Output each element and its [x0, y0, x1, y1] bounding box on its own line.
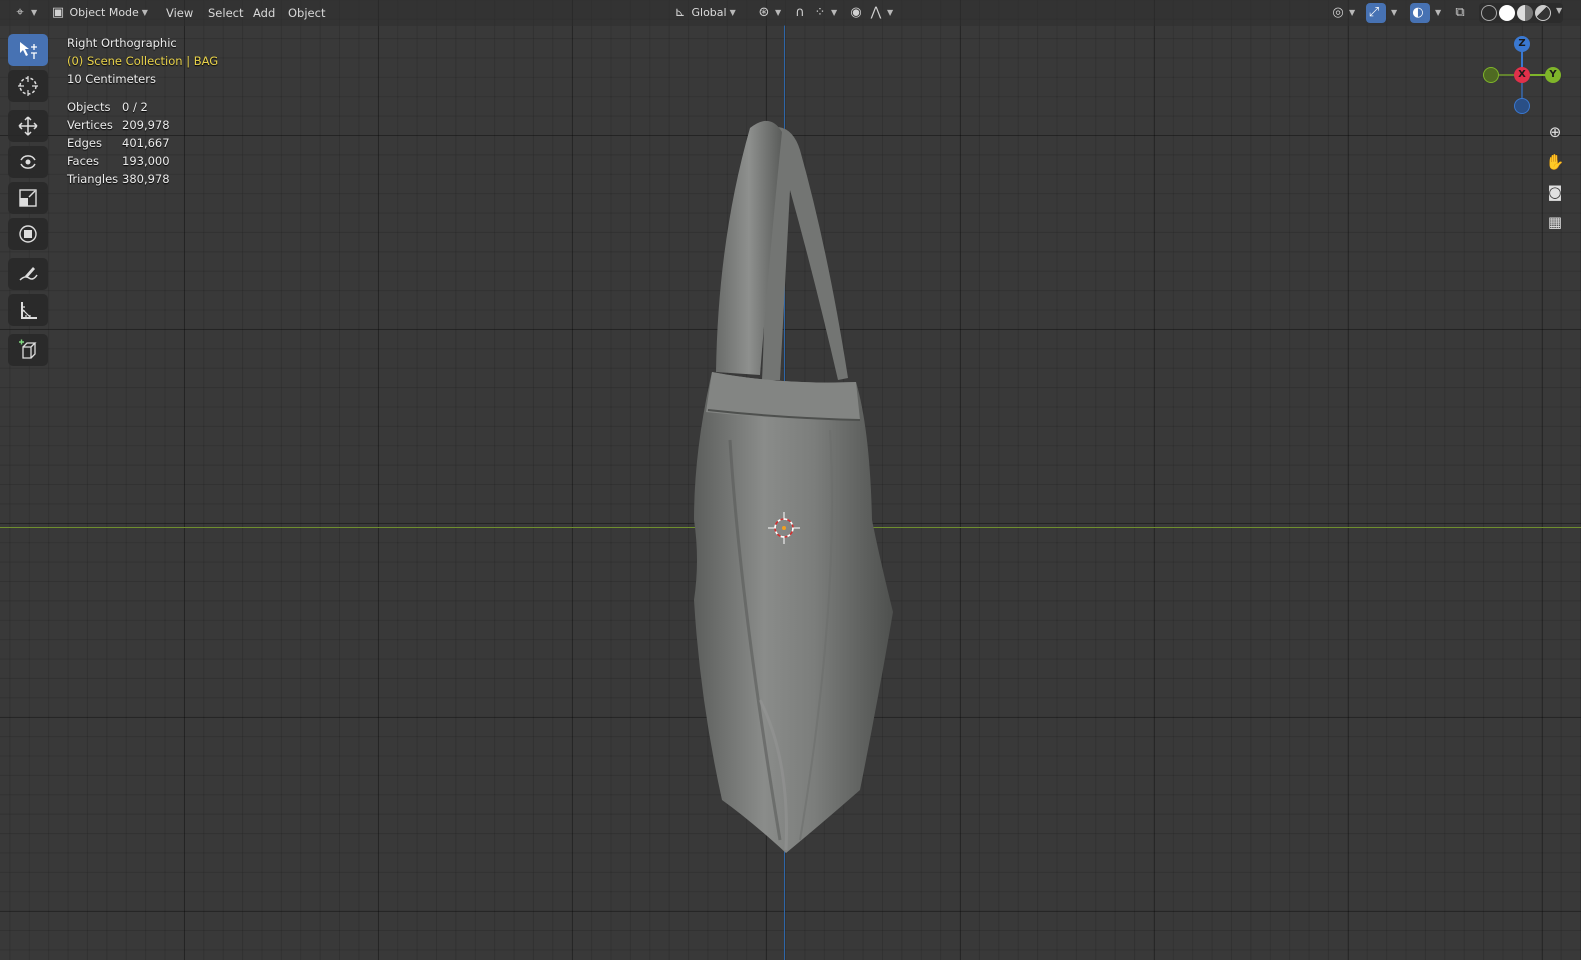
menu-object[interactable]: Object [288, 3, 325, 23]
snap-target-button[interactable]: ⁘ ▼ [812, 3, 838, 23]
cursor-icon [18, 76, 38, 96]
gizmo-neg-z-axis[interactable] [1514, 98, 1530, 114]
mode-selector[interactable]: ▣ Object Mode ▼ [50, 3, 148, 23]
stat-label: Vertices [67, 118, 113, 132]
snap-increment-icon: ⁘ [814, 5, 826, 20]
rendered-shading-icon[interactable] [1535, 5, 1551, 21]
pivot-point-button[interactable]: ⊛ ▼ [756, 3, 782, 23]
pivot-point-icon: ⊛ [758, 5, 770, 20]
measure-tool[interactable] [8, 294, 48, 326]
measure-icon [21, 302, 37, 319]
gizmo-axes [1491, 44, 1553, 106]
orientation-icon: ⊾ [674, 5, 686, 20]
stat-row: Edges 401,667 [67, 134, 170, 152]
add-cube-tool[interactable] [8, 334, 48, 366]
gizmos-icon: ⤢ [1368, 5, 1380, 20]
3d-cursor-icon[interactable] [768, 512, 800, 544]
pan-hand-icon[interactable]: ✋ [1541, 148, 1569, 176]
editor-type-button[interactable]: ⌖ ▼ [12, 3, 37, 23]
gizmo-x-axis[interactable]: X [1514, 67, 1530, 83]
transform-orientation-selector[interactable]: ⊾ Global ▼ [672, 3, 736, 23]
rotate-icon [20, 155, 36, 169]
stat-row: Vertices 209,978 [67, 116, 170, 134]
menu-view[interactable]: View [166, 3, 193, 23]
wireframe-shading-icon[interactable] [1481, 5, 1497, 21]
stat-value: 193,000 [122, 154, 170, 168]
stat-value: 209,978 [122, 118, 170, 132]
xray-icon: ⧉ [1455, 5, 1465, 20]
bag-mesh[interactable] [0, 0, 1581, 960]
move-tool[interactable] [8, 110, 48, 142]
menu-add[interactable]: Add [253, 3, 275, 23]
zoom-icon[interactable]: ⊕ [1541, 118, 1569, 146]
shading-dropdown[interactable]: ▼ [1553, 3, 1562, 16]
object-mode-icon: ▣ [51, 5, 65, 20]
material-preview-icon[interactable] [1517, 5, 1533, 21]
falloff-icon: ⋀ [870, 5, 882, 20]
navigation-gizmo[interactable]: Z X Y [1483, 34, 1576, 118]
annotate-tool[interactable] [8, 258, 48, 290]
gizmos-dropdown[interactable]: ▼ [1388, 3, 1397, 23]
collection-label: (0) Scene Collection | BAG [67, 54, 219, 68]
transform-tool[interactable] [8, 218, 48, 250]
falloff-button[interactable]: ⋀ ▼ [868, 3, 894, 23]
rotate-tool[interactable] [8, 146, 48, 178]
mode-label: Object Mode [69, 6, 139, 19]
overlays-dropdown[interactable]: ▼ [1432, 3, 1441, 23]
orientation-label: Global [691, 6, 727, 19]
proportional-editing-toggle[interactable]: ◉ [848, 3, 864, 23]
view-name: Right Orthographic [67, 36, 177, 50]
scale-tool[interactable] [8, 182, 48, 214]
stat-row: Faces 193,000 [67, 152, 170, 170]
viewport-info: Right Orthographic (0) Scene Collection … [67, 34, 218, 88]
cursor-tool[interactable] [8, 70, 48, 102]
stat-label: Faces [67, 154, 99, 168]
proportional-editing-icon: ◉ [850, 5, 862, 20]
stat-label: Triangles [67, 172, 119, 186]
stat-row: Objects 0 / 2 [67, 98, 170, 116]
object-visibility-icon: ◎ [1332, 5, 1344, 20]
add-cube-icon [19, 339, 37, 359]
gizmo-z-axis[interactable]: Z [1514, 36, 1530, 52]
viewport-header: ⌖ ▼ ▣ Object Mode ▼ View Select Add Object… [0, 0, 1581, 26]
visibility-button[interactable]: ◎ ▼ [1330, 3, 1355, 23]
3d-viewport-icon: ⌖ [16, 5, 24, 20]
stat-value: 380,978 [122, 172, 170, 186]
scale-icon [19, 189, 37, 207]
snap-icon: ∩ [795, 5, 805, 20]
gizmo-neg-y-axis[interactable] [1483, 67, 1499, 83]
gizmo-y-axis[interactable]: Y [1545, 67, 1561, 83]
stat-label: Edges [67, 136, 102, 150]
stat-label: Objects [67, 100, 111, 114]
annotate-icon [19, 267, 38, 281]
stat-value: 0 / 2 [122, 100, 148, 114]
select-box-icon [20, 42, 37, 59]
scene-statistics: Objects 0 / 2 Vertices 209,978 Edges 401… [67, 98, 170, 188]
xray-toggle[interactable]: ⧉ [1452, 3, 1468, 23]
orthographic-grid-icon[interactable]: ▦ [1541, 208, 1569, 236]
gizmos-toggle[interactable]: ⤢ [1366, 3, 1386, 23]
shading-mode-group: ▼ [1479, 3, 1563, 23]
camera-view-icon[interactable]: ◙ [1541, 178, 1569, 206]
transform-icon [19, 225, 37, 243]
stat-value: 401,667 [122, 136, 170, 150]
solid-shading-icon[interactable] [1499, 5, 1515, 21]
overlays-toggle[interactable]: ◐ [1410, 3, 1430, 23]
overlays-icon: ◐ [1412, 5, 1424, 20]
select-box-tool[interactable] [8, 34, 48, 66]
menu-select[interactable]: Select [208, 3, 243, 23]
grid-scale: 10 Centimeters [67, 72, 156, 86]
stat-row: Triangles 380,978 [67, 170, 170, 188]
move-icon [18, 116, 38, 136]
snap-toggle[interactable]: ∩ [792, 3, 808, 23]
